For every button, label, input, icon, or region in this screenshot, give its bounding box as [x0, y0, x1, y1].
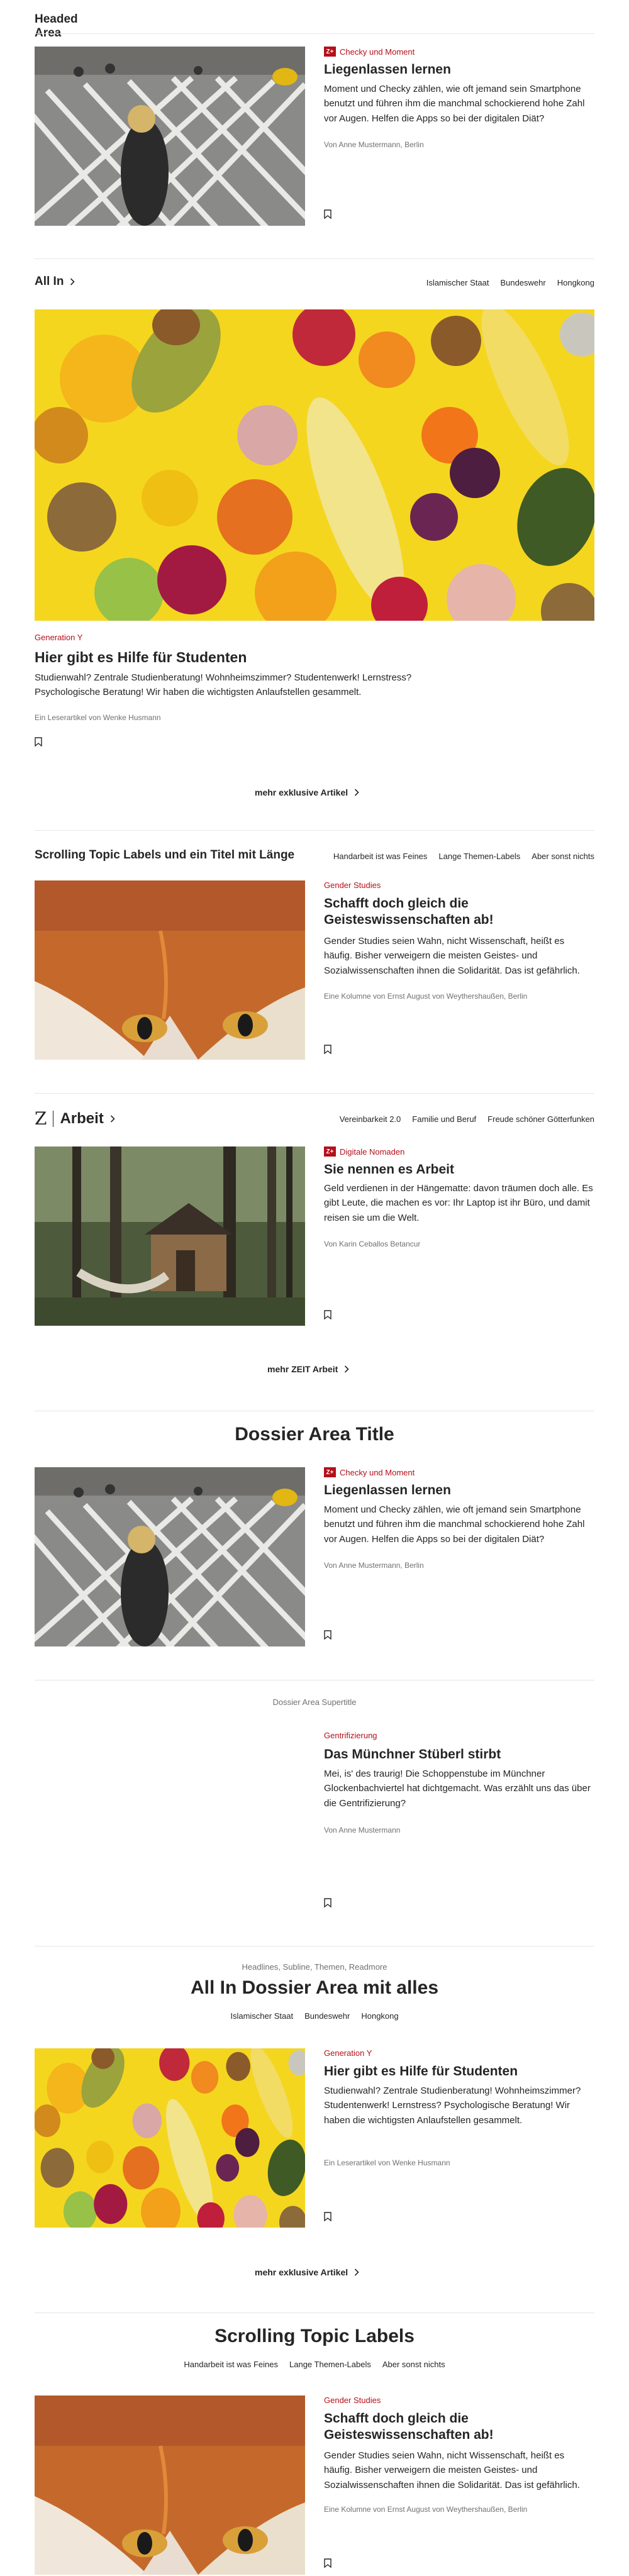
teaser-kicker[interactable]: Z+ Checky und Moment [324, 47, 415, 57]
chevron-right-icon [70, 278, 75, 286]
teaser-title[interactable]: Hier gibt es Hilfe für Studenten [35, 648, 594, 667]
teaser-text: Moment und Checky zählen, wie oft jemand… [324, 84, 585, 124]
topic-link[interactable]: Hongkong [361, 2011, 398, 2021]
zplus-icon: Z+ [324, 1467, 336, 1477]
teaser-kicker[interactable]: Z+ Checky und Moment [324, 1467, 415, 1477]
teaser-title[interactable]: Hier gibt es Hilfe für Studenten [324, 2063, 594, 2080]
chevron-right-icon [110, 1115, 115, 1123]
teaser-byline: Von Karin Ceballos Betancur [324, 1240, 421, 1248]
topic-links: Handarbeit ist was Feines Lange Themen-L… [333, 852, 594, 861]
bookmark-icon[interactable] [324, 2212, 331, 2221]
chevron-right-icon [354, 2268, 359, 2276]
teaser-image-fruit[interactable] [35, 309, 594, 621]
divider [35, 33, 594, 34]
teaser-byline: Von Anne Mustermann [324, 1826, 401, 1835]
teaser-byline: Eine Kolumne von Ernst August von Weythe… [324, 2505, 528, 2514]
teaser-text: Gender Studies seien Wahn, nicht Wissens… [324, 2450, 580, 2490]
topic-links: Islamischer Staat Bundeswehr Hongkong [0, 2011, 629, 2021]
topic-link[interactable]: Aber sonst nichts [382, 2360, 445, 2369]
topic-links: Handarbeit ist was Feines Lange Themen-L… [0, 2360, 629, 2369]
more-zeit-arbeit-link[interactable]: mehr ZEIT Arbeit [267, 1364, 349, 1374]
bookmark-icon[interactable] [324, 1630, 331, 1640]
teaser-kicker[interactable]: Gender Studies [324, 880, 381, 890]
divider [35, 1093, 594, 1094]
teaser-text: Mei, is' des traurig! Die Schoppenstube … [324, 1768, 591, 1809]
teaser-title[interactable]: Liegenlassen lernen [324, 62, 594, 78]
topic-link[interactable]: Lange Themen-Labels [289, 2360, 371, 2369]
teaser-kicker[interactable]: Generation Y [35, 633, 82, 642]
topic-links: Vereinbarkeit 2.0 Familie und Beruf Freu… [340, 1114, 594, 1124]
chevron-right-icon [344, 1365, 349, 1373]
topic-link[interactable]: Familie und Beruf [412, 1114, 476, 1124]
bookmark-icon[interactable] [324, 209, 331, 219]
teaser-title[interactable]: Liegenlassen lernen [324, 1482, 594, 1499]
teaser-text: Moment und Checky zählen, wie oft jemand… [324, 1504, 585, 1545]
topic-link[interactable]: Handarbeit ist was Feines [184, 2360, 278, 2369]
bookmark-icon[interactable] [324, 1310, 331, 1319]
teaser-byline: Eine Kolumne von Ernst August von Weythe… [324, 992, 528, 1001]
teaser-text: Studienwahl? Zentrale Studienberatung! W… [324, 2085, 581, 2126]
dossier-title: All In Dossier Area mit alles [190, 1977, 439, 1998]
more-articles-link[interactable]: mehr exklusive Artikel [255, 787, 359, 797]
divider [35, 258, 594, 259]
bookmark-icon[interactable] [324, 1045, 331, 1054]
bookmark-icon[interactable] [324, 1898, 331, 1907]
divider [35, 830, 594, 831]
topic-link[interactable]: Lange Themen-Labels [438, 852, 520, 861]
topic-link[interactable]: Islamischer Staat [230, 2011, 293, 2021]
teaser-image-fox[interactable] [35, 2396, 305, 2575]
bookmark-icon[interactable] [324, 2558, 331, 2568]
zplus-icon: Z+ [324, 1146, 336, 1157]
dossier-title: Dossier Area Title [235, 1424, 394, 1445]
topic-link[interactable]: Hongkong [557, 278, 594, 287]
section-title-link[interactable]: All In [35, 275, 75, 289]
teaser-image-street[interactable] [35, 47, 305, 226]
teaser-text: Studienwahl? Zentrale Studienberatung! W… [35, 672, 412, 698]
teaser-image-street[interactable] [35, 1467, 305, 1646]
zplus-icon: Z+ [324, 47, 336, 57]
teaser-image-forest[interactable] [35, 1146, 305, 1326]
teaser-byline: Ein Leserartikel von Wenke Husmann [324, 2158, 450, 2167]
more-articles-link[interactable]: mehr exklusive Artikel [255, 2267, 359, 2277]
teaser-title[interactable]: Schafft doch gleich die Geisteswissensch… [324, 2411, 594, 2444]
topic-link[interactable]: Freude schöner Götterfunken [487, 1114, 594, 1124]
bookmark-icon[interactable] [35, 737, 42, 747]
dossier-supertitle: Headlines, Subline, Themen, Readmore [242, 1962, 387, 1972]
dossier-supertitle: Dossier Area Supertitle [272, 1697, 357, 1707]
topic-link[interactable]: Bundeswehr [304, 2011, 350, 2021]
teaser-title[interactable]: Das Münchner Stüberl stirbt [324, 1746, 594, 1763]
chevron-right-icon [354, 789, 359, 796]
dossier-title: Scrolling Topic Labels [214, 2326, 415, 2346]
teaser-byline: Ein Leserartikel von Wenke Husmann [35, 713, 161, 722]
teaser-kicker[interactable]: Z+ Digitale Nomaden [324, 1146, 404, 1157]
zeit-logo: Z [35, 1108, 47, 1129]
topic-link[interactable]: Aber sonst nichts [532, 852, 594, 861]
section-title: Scrolling Topic Labels und ein Titel mit… [35, 848, 295, 862]
topic-link[interactable]: Handarbeit ist was Feines [333, 852, 428, 861]
teaser-image-fruit[interactable] [35, 2048, 305, 2228]
teaser-text: Gender Studies seien Wahn, nicht Wissens… [324, 936, 580, 976]
topic-link[interactable]: Vereinbarkeit 2.0 [340, 1114, 401, 1124]
divider [35, 2312, 594, 2313]
teaser-title[interactable]: Sie nennen es Arbeit [324, 1162, 594, 1178]
teaser-title[interactable]: Schafft doch gleich die Geisteswissensch… [324, 896, 594, 929]
section-title-link[interactable]: Z Arbeit [35, 1108, 115, 1129]
teaser-kicker[interactable]: Gentrifizierung [324, 1731, 377, 1740]
teaser-kicker[interactable]: Generation Y [324, 2048, 372, 2058]
topic-link[interactable]: Islamischer Staat [426, 278, 489, 287]
topic-links: Islamischer Staat Bundeswehr Hongkong [426, 278, 594, 287]
topic-link[interactable]: Bundeswehr [500, 278, 545, 287]
teaser-text: Geld verdienen in der Hängematte: davon … [324, 1183, 593, 1223]
teaser-byline: Von Anne Mustermann, Berlin [324, 1561, 424, 1570]
teaser-byline: Von Anne Mustermann, Berlin [324, 140, 424, 149]
section-title: Headed Area [35, 13, 78, 40]
teaser-image-fox[interactable] [35, 880, 305, 1060]
teaser-kicker[interactable]: Gender Studies [324, 2396, 381, 2405]
